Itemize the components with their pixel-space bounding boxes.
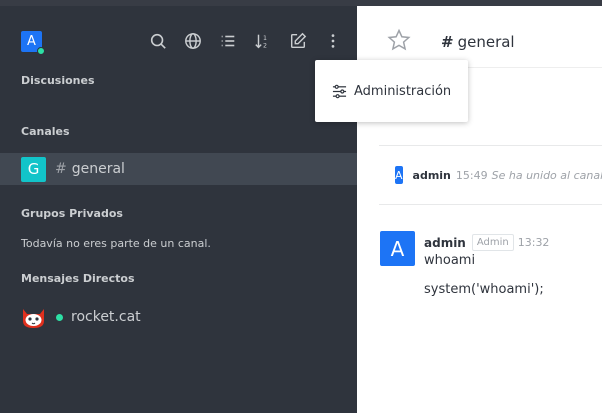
sliders-icon (332, 84, 347, 98)
sidebar-item-label: rocket.cat (71, 309, 141, 325)
online-status-dot (56, 313, 63, 321)
system-message: A admin 15:49 Se ha unido al canal. (379, 145, 602, 205)
section-channels: Canales (21, 125, 70, 138)
search-icon[interactable] (140, 30, 175, 52)
room-title: # general (441, 33, 515, 51)
svg-text:1: 1 (263, 35, 267, 42)
admin-dropdown-menu: Administración (315, 60, 468, 122)
message-time: 15:49 (455, 168, 488, 182)
room-name: general (457, 33, 515, 51)
sidebar-header: A 12 (0, 6, 357, 64)
message-username[interactable]: admin (413, 169, 451, 182)
section-private-groups: Grupos Privados (21, 207, 123, 220)
directory-icon[interactable] (175, 30, 210, 52)
menu-item-label: Administración (354, 83, 452, 99)
system-message-text: Se ha unido al canal. (491, 168, 602, 182)
sidebar-item-rocket-cat[interactable]: rocket.cat (0, 303, 357, 331)
user-avatar[interactable]: A (21, 31, 45, 55)
channel-avatar: G (21, 156, 46, 182)
message-header: admin Admin 13:32 (424, 234, 549, 251)
star-icon[interactable] (387, 28, 411, 52)
message-body-line: whoami (424, 253, 476, 268)
menu-item-administration[interactable]: Administración (315, 84, 451, 99)
sidebar: A 12 Discusiones Canales G # general Gru… (0, 6, 357, 413)
sidebar-item-label: general (71, 161, 125, 177)
sort-icon[interactable]: 12 (245, 30, 280, 52)
sidebar-toolbar: 12 (140, 30, 350, 52)
sidebar-item-general[interactable]: G # general (0, 153, 357, 185)
user-avatar-letter: A (27, 34, 36, 49)
rocket-cat-avatar (23, 308, 44, 328)
hash-icon: # (441, 33, 454, 51)
room-header: # general (357, 6, 602, 68)
section-direct-messages: Mensajes Directos (21, 272, 135, 285)
private-groups-empty-text: Todavía no eres parte de un canal. (21, 237, 211, 250)
online-status-dot (37, 47, 45, 55)
message-time: 13:32 (517, 236, 550, 249)
svg-text:2: 2 (263, 42, 267, 49)
message-username[interactable]: admin (424, 236, 466, 250)
hash-icon: # (55, 161, 67, 177)
role-badge: Admin (471, 234, 514, 251)
kebab-menu-icon[interactable] (315, 30, 350, 52)
avatar[interactable]: A (395, 166, 403, 184)
message-body-line: system('whoami'); (424, 282, 544, 297)
view-mode-icon[interactable] (210, 30, 245, 52)
section-discussions: Discusiones (21, 74, 95, 87)
avatar[interactable]: A (380, 231, 415, 266)
create-new-icon[interactable] (280, 30, 315, 52)
